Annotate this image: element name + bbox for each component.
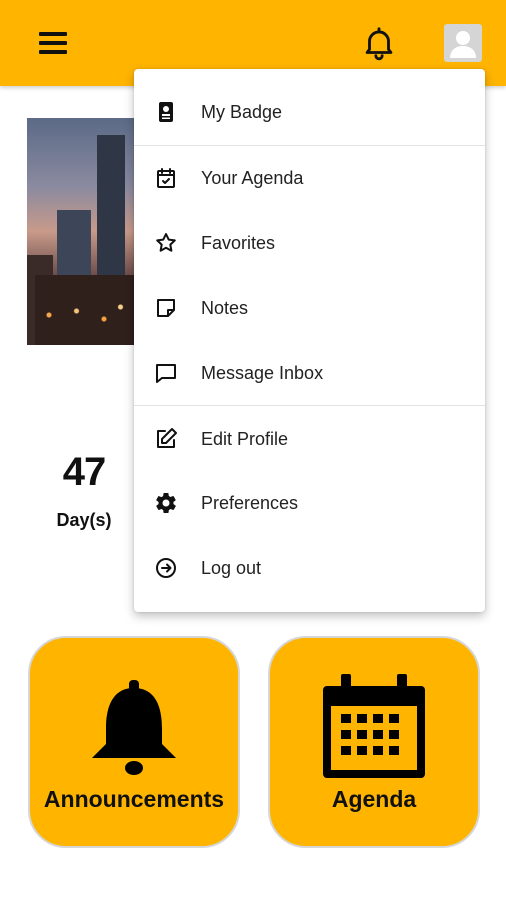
menu-divider: [134, 405, 485, 406]
note-icon: [157, 299, 175, 317]
event-hero-image: [27, 118, 137, 345]
menu-item-label: Edit Profile: [201, 429, 289, 449]
menu-item-message-inbox[interactable]: Message Inbox: [134, 341, 485, 405]
menu-item-notes[interactable]: Notes: [134, 276, 485, 340]
menu-item-label: Log out: [201, 558, 262, 578]
logout-icon: [156, 558, 176, 578]
menu-item-label: My Badge: [201, 102, 283, 122]
edit-icon: [157, 428, 177, 448]
user-avatar-icon[interactable]: [444, 24, 482, 62]
menu-item-label: Message Inbox: [201, 363, 324, 383]
menu-item-label: Preferences: [201, 493, 299, 513]
menu-item-my-badge[interactable]: My Badge: [134, 80, 485, 144]
menu-item-your-agenda[interactable]: Your Agenda: [134, 146, 485, 210]
menu-item-favorites[interactable]: Favorites: [134, 211, 485, 275]
badge-icon: [159, 102, 173, 122]
announcements-label: Announcements: [43, 786, 225, 812]
notifications-bell-icon[interactable]: [360, 24, 398, 62]
agenda-label: Agenda: [331, 786, 417, 812]
calendar-icon: [323, 674, 425, 778]
agenda-tile[interactable]: Agenda: [268, 636, 480, 848]
calendar-check-icon: [157, 168, 175, 188]
star-icon: [156, 233, 176, 252]
countdown-value: 47: [62, 450, 107, 494]
menu-item-label: Notes: [201, 298, 249, 318]
bell-icon: [92, 680, 176, 775]
chat-icon: [156, 364, 176, 383]
announcements-tile[interactable]: Announcements: [28, 636, 240, 848]
menu-item-preferences[interactable]: Preferences: [134, 471, 485, 535]
menu-item-edit-profile[interactable]: Edit Profile: [134, 407, 485, 471]
menu-item-log-out[interactable]: Log out: [134, 536, 485, 600]
user-dropdown-menu: My Badge Your Agenda Favorites Notes Mes…: [134, 69, 485, 612]
countdown-unit: Day(s): [56, 510, 112, 530]
menu-item-label: Favorites: [201, 233, 276, 253]
gear-icon: [156, 492, 176, 514]
hamburger-menu-icon[interactable]: [36, 26, 70, 60]
menu-item-label: Your Agenda: [201, 168, 304, 188]
